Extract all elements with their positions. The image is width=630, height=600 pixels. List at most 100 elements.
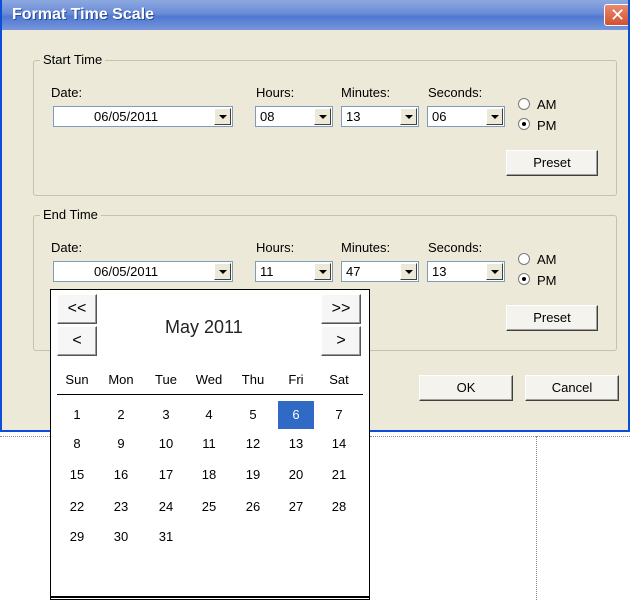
chevron-down-icon[interactable] <box>400 108 417 125</box>
start-minutes-label: Minutes: <box>341 85 391 100</box>
end-date-label: Date: <box>51 240 83 255</box>
weekday-label: Sun <box>65 372 89 387</box>
calendar-popup: << < >> > May 2011 Sun Mon Tue Wed Thu Fri Sat… <box>50 289 370 600</box>
start-hours-select[interactable]: 08 <box>255 106 333 127</box>
start-date-value: 06/05/2011 <box>94 109 159 124</box>
grid-line <box>370 436 630 437</box>
calendar-day[interactable]: 11 <box>191 430 227 458</box>
weekday-label: Thu <box>241 372 265 387</box>
calendar-day[interactable]: 5 <box>235 401 271 429</box>
calendar-day[interactable]: 24 <box>148 493 184 521</box>
calendar-day[interactable]: 8 <box>59 430 95 458</box>
calendar-day[interactable]: 31 <box>148 523 184 551</box>
start-date-picker[interactable]: 06/05/2011 <box>53 106 233 127</box>
start-am-label: AM <box>537 97 557 112</box>
chevron-down-icon[interactable] <box>486 263 503 280</box>
calendar-day[interactable]: 14 <box>321 430 357 458</box>
chevron-down-icon[interactable] <box>314 263 331 280</box>
end-preset-button[interactable]: Preset <box>506 305 598 331</box>
calendar-day[interactable]: 6 <box>278 401 314 429</box>
weekday-label: Mon <box>108 372 134 387</box>
end-minutes-value: 47 <box>346 264 361 279</box>
end-hours-label: Hours: <box>256 240 295 255</box>
end-date-picker[interactable]: 06/05/2011 <box>53 261 233 282</box>
calendar-day[interactable]: 7 <box>321 401 357 429</box>
start-seconds-label: Seconds: <box>428 85 483 100</box>
dialog-title: Format Time Scale <box>12 6 154 23</box>
calendar-day[interactable]: 9 <box>103 430 139 458</box>
cancel-button[interactable]: Cancel <box>525 375 619 401</box>
calendar-day[interactable]: 12 <box>235 430 271 458</box>
calendar-day[interactable]: 28 <box>321 493 357 521</box>
end-minutes-label: Minutes: <box>341 240 391 255</box>
start-seconds-select[interactable]: 06 <box>427 106 505 127</box>
start-time-group: Start Time Date: 06/05/2011 Hours: 08 Mi… <box>33 52 617 196</box>
calendar-day[interactable]: 26 <box>235 493 271 521</box>
weekday-label: Wed <box>195 372 223 387</box>
prev-year-button[interactable]: << <box>57 294 97 324</box>
next-year-button[interactable]: >> <box>321 294 361 324</box>
calendar-day[interactable]: 30 <box>103 523 139 551</box>
start-pm-label: PM <box>537 118 557 133</box>
end-hours-select[interactable]: 11 <box>255 261 333 282</box>
end-minutes-select[interactable]: 47 <box>341 261 419 282</box>
weekday-label: Fri <box>288 372 304 387</box>
calendar-month-label: May 2011 <box>165 317 243 337</box>
start-hours-label: Hours: <box>256 85 295 100</box>
calendar-day[interactable]: 1 <box>59 401 95 429</box>
start-seconds-value: 06 <box>432 109 447 124</box>
start-time-legend: Start Time <box>40 52 106 67</box>
end-pm-label: PM <box>537 273 557 288</box>
calendar-day[interactable]: 29 <box>59 523 95 551</box>
grid-line <box>0 436 50 437</box>
weekday-label: Tue <box>155 372 177 387</box>
calendar-day[interactable]: 21 <box>321 461 357 489</box>
end-date-value: 06/05/2011 <box>94 264 159 279</box>
calendar-day[interactable]: 16 <box>103 461 139 489</box>
weekday-divider <box>57 394 363 395</box>
calendar-day[interactable]: 17 <box>148 461 184 489</box>
calendar-day[interactable]: 18 <box>191 461 227 489</box>
end-am-radio[interactable] <box>518 253 530 265</box>
calendar-day[interactable]: 15 <box>59 461 95 489</box>
prev-month-button[interactable]: < <box>57 326 97 356</box>
end-am-label: AM <box>537 252 557 267</box>
calendar-bottom-border <box>51 596 369 598</box>
start-preset-button[interactable]: Preset <box>506 150 598 176</box>
chevron-down-icon[interactable] <box>400 263 417 280</box>
calendar-day[interactable]: 2 <box>103 401 139 429</box>
close-icon: ✕ <box>610 5 626 25</box>
calendar-day[interactable]: 19 <box>235 461 271 489</box>
end-time-legend: End Time <box>40 207 101 222</box>
end-seconds-select[interactable]: 13 <box>427 261 505 282</box>
chevron-down-icon[interactable] <box>214 263 231 280</box>
calendar-day[interactable]: 20 <box>278 461 314 489</box>
start-minutes-select[interactable]: 13 <box>341 106 419 127</box>
calendar-day[interactable]: 27 <box>278 493 314 521</box>
calendar-day[interactable]: 25 <box>191 493 227 521</box>
end-seconds-value: 13 <box>432 264 447 279</box>
ok-button[interactable]: OK <box>419 375 513 401</box>
calendar-day[interactable]: 3 <box>148 401 184 429</box>
start-date-label: Date: <box>51 85 83 100</box>
close-button[interactable]: ✕ <box>604 4 628 26</box>
next-month-button[interactable]: > <box>321 326 361 356</box>
end-hours-value: 11 <box>260 264 274 279</box>
start-minutes-value: 13 <box>346 109 361 124</box>
calendar-day[interactable]: 23 <box>103 493 139 521</box>
calendar-day[interactable]: 10 <box>148 430 184 458</box>
title-bar[interactable]: Format Time Scale ✕ <box>2 0 628 30</box>
start-hours-value: 08 <box>260 109 275 124</box>
chevron-down-icon[interactable] <box>486 108 503 125</box>
end-seconds-label: Seconds: <box>428 240 483 255</box>
calendar-day[interactable]: 13 <box>278 430 314 458</box>
calendar-day[interactable]: 4 <box>191 401 227 429</box>
chevron-down-icon[interactable] <box>214 108 231 125</box>
start-pm-radio[interactable] <box>518 118 530 130</box>
start-am-radio[interactable] <box>518 98 530 110</box>
weekday-label: Sat <box>329 372 349 387</box>
chevron-down-icon[interactable] <box>314 108 331 125</box>
calendar-day[interactable]: 22 <box>59 493 95 521</box>
end-pm-radio[interactable] <box>518 273 530 285</box>
grid-line <box>536 436 537 600</box>
